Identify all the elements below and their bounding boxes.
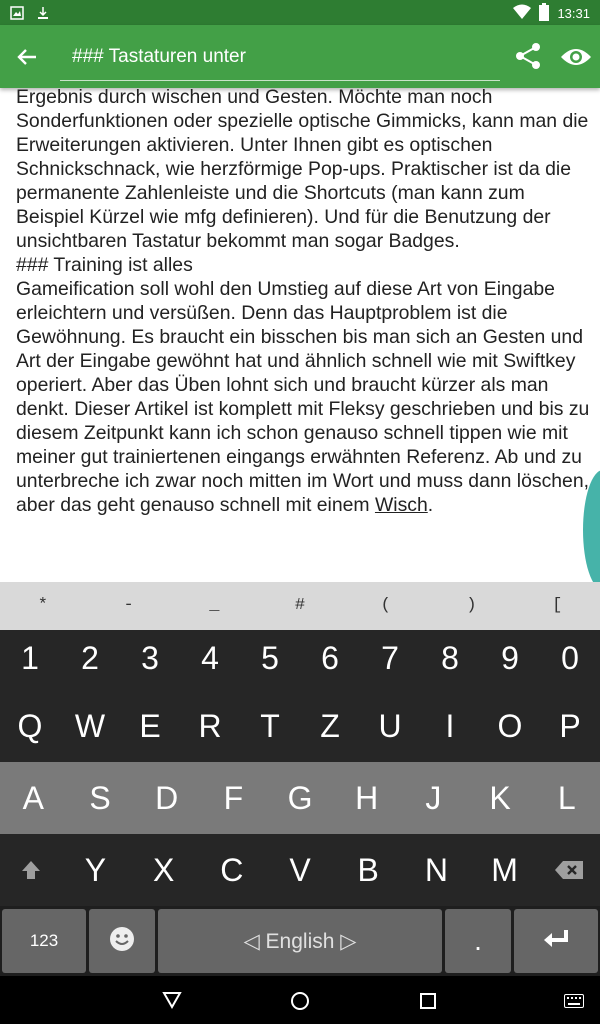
key-letter[interactable]: R xyxy=(180,690,240,762)
enter-key[interactable] xyxy=(514,909,598,973)
key-symbol[interactable]: [ xyxy=(514,582,600,630)
eye-icon[interactable] xyxy=(560,45,592,69)
underlined-word: Wisch xyxy=(374,494,428,516)
key-symbol[interactable]: * xyxy=(0,582,86,630)
paragraph: Ergebnis durch wischen und Gesten. Möcht… xyxy=(16,86,589,252)
wifi-icon xyxy=(513,4,532,23)
space-key[interactable]: ◁ English ▷ xyxy=(158,909,442,973)
enter-icon xyxy=(542,928,570,955)
key-letter[interactable]: E xyxy=(120,690,180,762)
key-letter[interactable]: P xyxy=(540,690,600,762)
key-symbol[interactable]: _ xyxy=(171,582,257,630)
key-number[interactable]: 6 xyxy=(300,630,360,690)
battery-icon xyxy=(539,3,550,24)
navigation-bar xyxy=(0,976,600,1024)
key-letter[interactable]: C xyxy=(198,834,266,906)
key-letter[interactable]: S xyxy=(67,762,134,834)
share-icon[interactable] xyxy=(514,42,542,70)
bottom-key-row: 123 ◁ English ▷ . xyxy=(0,906,600,976)
key-number[interactable]: 0 xyxy=(540,630,600,690)
backspace-icon[interactable] xyxy=(539,834,600,906)
key-number[interactable]: 2 xyxy=(60,630,120,690)
key-letter[interactable]: H xyxy=(333,762,400,834)
arrow-left-icon[interactable] xyxy=(14,44,40,70)
key-letter[interactable]: W xyxy=(60,690,120,762)
download-notification-icon xyxy=(36,5,50,24)
key-number[interactable]: 3 xyxy=(120,630,180,690)
key-number[interactable]: 5 xyxy=(240,630,300,690)
editor-text[interactable]: Ergebnis durch wischen und Gesten. Möcht… xyxy=(16,85,596,575)
key-letter[interactable]: T xyxy=(240,690,300,762)
back-triangle-icon[interactable] xyxy=(162,991,182,1013)
key-number[interactable]: 9 xyxy=(480,630,540,690)
key-letter[interactable]: J xyxy=(400,762,467,834)
key-letter[interactable]: A xyxy=(0,762,67,834)
letter-row-2: A S D F G H J K L xyxy=(0,762,600,834)
paragraph: Gameification soll wohl den Umstieg auf … xyxy=(16,278,590,516)
home-circle-icon[interactable] xyxy=(290,991,310,1015)
key-letter[interactable]: G xyxy=(267,762,334,834)
key-letter[interactable]: V xyxy=(266,834,334,906)
symbol-row: * - _ # ( ) [ xyxy=(0,582,600,630)
title-input[interactable]: ### Tastaturen unter xyxy=(60,41,500,81)
key-letter[interactable]: Z xyxy=(300,690,360,762)
key-letter[interactable]: I xyxy=(420,690,480,762)
status-bar: 13:31 xyxy=(0,0,600,25)
keyboard-switch-icon[interactable] xyxy=(564,993,584,1012)
number-row: 1 2 3 4 5 6 7 8 9 0 xyxy=(0,630,600,690)
key-letter[interactable]: X xyxy=(130,834,198,906)
mode-key[interactable]: 123 xyxy=(2,909,86,973)
key-letter[interactable]: F xyxy=(200,762,267,834)
key-number[interactable]: 4 xyxy=(180,630,240,690)
recents-square-icon[interactable] xyxy=(420,993,436,1013)
heading: ### Training ist alles xyxy=(16,254,193,276)
key-letter[interactable]: L xyxy=(533,762,600,834)
shift-icon[interactable] xyxy=(0,834,61,906)
key-symbol[interactable]: # xyxy=(257,582,343,630)
key-letter[interactable]: Q xyxy=(0,690,60,762)
key-symbol[interactable]: ( xyxy=(343,582,429,630)
key-letter[interactable]: K xyxy=(467,762,534,834)
letter-row-3: Y X C V B N M xyxy=(0,834,600,906)
key-letter[interactable]: N xyxy=(402,834,470,906)
key-letter[interactable]: O xyxy=(480,690,540,762)
key-letter[interactable]: B xyxy=(334,834,402,906)
key-number[interactable]: 8 xyxy=(420,630,480,690)
image-notification-icon xyxy=(10,5,24,24)
key-number[interactable]: 1 xyxy=(0,630,60,690)
clock: 13:31 xyxy=(557,6,590,21)
emoji-key[interactable] xyxy=(89,909,155,973)
key-letter[interactable]: M xyxy=(470,834,538,906)
app-bar: ### Tastaturen unter xyxy=(0,25,600,88)
key-number[interactable]: 7 xyxy=(360,630,420,690)
letter-row-1: Q W E R T Z U I O P xyxy=(0,690,600,762)
key-letter[interactable]: U xyxy=(360,690,420,762)
key-letter[interactable]: Y xyxy=(61,834,129,906)
key-symbol[interactable]: - xyxy=(86,582,172,630)
key-symbol[interactable]: ) xyxy=(429,582,515,630)
key-letter[interactable]: D xyxy=(133,762,200,834)
period-key[interactable]: . xyxy=(445,909,511,973)
smiley-icon xyxy=(109,926,135,957)
